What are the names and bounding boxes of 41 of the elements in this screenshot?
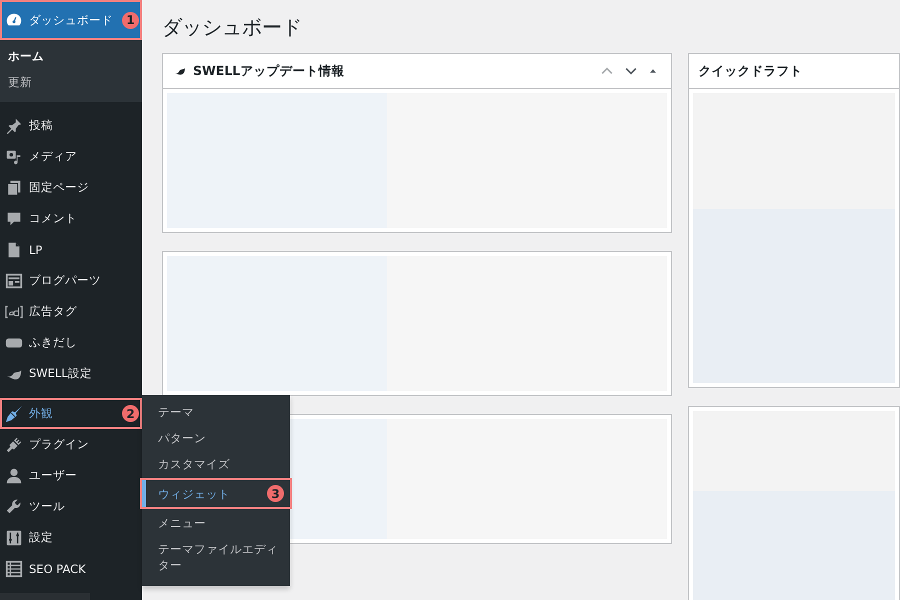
flyout-item[interactable]: パターン <box>142 425 290 451</box>
number-badge: 1 <box>122 12 139 28</box>
menu-item[interactable]: ツール <box>0 491 142 522</box>
flyout-item[interactable]: ウィジェット 3 <box>142 480 290 507</box>
menu-item[interactable]: ブログパーツ <box>0 265 142 296</box>
wrench-icon <box>5 498 23 516</box>
flyout-item[interactable]: テーマ <box>142 399 290 425</box>
menu-item[interactable]: ふきだし <box>0 327 142 358</box>
menu-item[interactable]: SEO PACK <box>0 553 142 584</box>
pin-icon <box>5 116 23 134</box>
camera-music-icon <box>5 148 23 166</box>
paintbrush-icon <box>5 404 23 422</box>
flyout-item[interactable]: カスタマイズ <box>142 451 290 477</box>
flyout-item[interactable]: テーマファイルエディター <box>142 536 290 578</box>
plug-icon <box>5 436 23 454</box>
panel-title: SWELLアップデート情報 <box>193 62 346 80</box>
flyout-item[interactable]: メニュー <box>142 510 290 536</box>
menu-item[interactable]: LP <box>0 234 142 265</box>
number-badge: 2 <box>122 405 139 422</box>
menu-item[interactable]: 設定 <box>0 522 142 553</box>
menu-item[interactable]: ユーザー <box>0 460 142 491</box>
menu-item[interactable]: プラグイン <box>0 429 142 460</box>
menu-item[interactable]: ダッシュボード 1 <box>0 0 142 40</box>
page-title: ダッシュボード <box>162 14 303 41</box>
person-icon <box>5 466 23 484</box>
menu-item[interactable]: 投稿 <box>0 110 142 141</box>
menu-item[interactable]: コメント <box>0 203 142 234</box>
submenu-item[interactable]: ホーム <box>0 44 142 70</box>
speech-bubble-icon <box>5 210 23 228</box>
menu-item[interactable]: 外観 2 <box>0 398 142 429</box>
number-badge: 3 <box>267 485 284 502</box>
sliders-icon <box>5 528 23 546</box>
list-icon <box>5 560 23 578</box>
menu-item[interactable]: 固定ページ <box>0 172 142 203</box>
menu-item[interactable]: 広告タグ <box>0 296 142 327</box>
menu-item[interactable]: メディア <box>0 141 142 172</box>
menu-item[interactable]: SWELL設定 <box>0 358 142 389</box>
layout-icon <box>5 272 23 290</box>
panel-title: クイックドラフト <box>698 62 804 80</box>
pages-icon <box>5 178 23 196</box>
submenu-item[interactable]: 更新 <box>0 70 142 96</box>
